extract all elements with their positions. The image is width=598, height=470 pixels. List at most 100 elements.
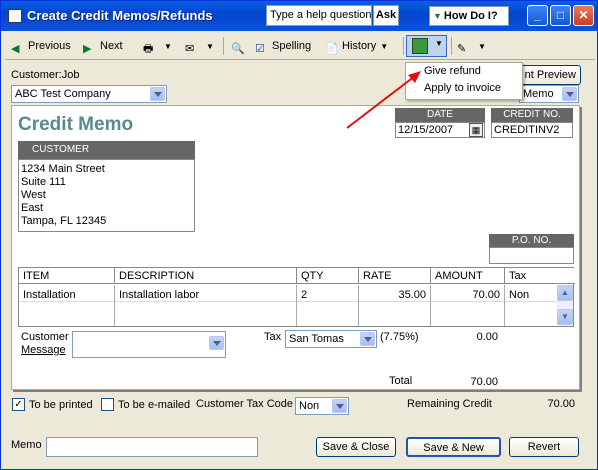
toolbar-separator	[403, 37, 404, 55]
maximize-icon[interactable]: □	[550, 5, 571, 26]
spelling-button[interactable]: ☑ Spelling	[255, 36, 311, 56]
ask-button[interactable]: Ask	[373, 5, 399, 26]
revert-button[interactable]: Revert	[509, 437, 579, 457]
table-cell-rate[interactable]: 35.00	[359, 285, 431, 326]
to-be-emailed-label: To be e-mailed	[118, 399, 191, 411]
remaining-credit-value: 70.00	[547, 398, 575, 410]
chevron-down-icon[interactable]	[150, 87, 165, 101]
journal-icon: ✎	[457, 43, 467, 55]
memo-label: Memo	[11, 439, 42, 451]
previous-button[interactable]: ◀ Previous	[11, 36, 71, 56]
calendar-icon[interactable]: ▦	[469, 123, 483, 137]
credit-memo-form: Credit Memo DATE 12/15/2007 ▦ CREDIT NO. …	[11, 105, 580, 390]
tax-amount: 0.00	[476, 331, 498, 343]
customer-job-value: ABC Test Company	[15, 88, 111, 100]
how-do-i-label: How Do I?	[443, 10, 498, 22]
print-preview-button[interactable]: nt Preview	[517, 65, 581, 85]
toolbar-separator	[223, 37, 224, 55]
annotation-arrow	[346, 71, 421, 129]
refund-icon	[412, 38, 428, 54]
next-button[interactable]: ▶ Next	[83, 36, 123, 56]
remaining-credit-label: Remaining Credit	[407, 398, 492, 410]
save-close-button[interactable]: Save & Close	[316, 437, 396, 457]
address-line: Suite 111	[21, 176, 66, 188]
chevron-down-icon: ▼	[206, 42, 214, 51]
chevron-down-icon: ▼	[478, 42, 486, 51]
scroll-up-icon[interactable]: ▲	[557, 285, 573, 301]
how-do-i-button[interactable]: ▼ How Do I?	[429, 6, 509, 26]
next-label: Next	[100, 40, 123, 52]
app-icon	[8, 9, 22, 23]
tax-item-select[interactable]: San Tomas	[285, 330, 377, 348]
column-header-amount: AMOUNT	[431, 268, 505, 284]
customer-job-label: Customer:Job	[11, 69, 80, 81]
po-no-label: P.O. NO.	[489, 234, 574, 247]
history-icon: 📄	[325, 43, 339, 55]
table-cell-tax[interactable]: Non	[505, 285, 559, 326]
address-line: East	[21, 202, 44, 214]
scroll-down-icon[interactable]: ▼	[557, 309, 573, 325]
send-button[interactable]: ✉ ▼	[185, 36, 214, 56]
history-label: History	[342, 40, 377, 52]
minimize-icon[interactable]: _	[527, 5, 548, 26]
column-header-item: ITEM	[19, 268, 115, 284]
tax-item-value: San Tomas	[289, 333, 344, 345]
customer-tax-code-value: Non	[299, 400, 320, 412]
customer-message-select[interactable]	[72, 331, 226, 358]
title-bar[interactable]: Create Credit Memos/Refunds Type a help …	[1, 1, 597, 31]
previous-label: Previous	[28, 40, 71, 52]
template-value: Memo	[523, 88, 554, 100]
print-button[interactable]: 🖶 ▼	[143, 36, 172, 56]
help-question-input[interactable]: Type a help question	[266, 5, 372, 26]
chevron-down-icon[interactable]	[209, 336, 224, 350]
chevron-down-icon: ▼	[380, 42, 389, 51]
table-cell-qty[interactable]: 2	[297, 285, 359, 326]
total-value: 70.00	[470, 376, 498, 388]
customer-message-label: Customer	[21, 331, 69, 343]
po-no-field[interactable]	[489, 247, 574, 264]
toolbar-separator	[451, 37, 452, 55]
save-new-button[interactable]: Save & New	[406, 437, 501, 457]
chevron-down-icon: ▼	[435, 39, 443, 48]
address-line: West	[21, 189, 46, 201]
credit-no-field[interactable]: CREDITINV2	[491, 122, 573, 138]
table-cell-item[interactable]: Installation	[19, 285, 115, 326]
close-icon[interactable]: ✕	[573, 5, 594, 26]
column-header-qty: QTY	[297, 268, 359, 284]
to-be-printed-checkbox[interactable]: ✓	[12, 398, 25, 411]
form-title: Credit Memo	[18, 114, 134, 135]
refund-menu-button[interactable]: ▼	[406, 35, 447, 57]
table-cell-description[interactable]: Installation labor	[115, 285, 297, 326]
customer-tax-code-select[interactable]: Non	[295, 397, 349, 415]
find-button[interactable]: 🔍	[231, 36, 248, 56]
journal-button[interactable]: ✎ ▼	[457, 36, 486, 56]
template-select[interactable]: Memo	[519, 85, 579, 103]
column-header-description: DESCRIPTION	[115, 268, 297, 284]
window-title: Create Credit Memos/Refunds	[27, 8, 213, 23]
address-line: Tampa, FL 12345	[21, 215, 107, 227]
credit-no-label: CREDIT NO.	[491, 108, 573, 122]
line-items-table: ITEM DESCRIPTION QTY RATE AMOUNT Tax Ins…	[18, 267, 575, 327]
chevron-down-icon: ▼	[164, 42, 172, 51]
chevron-down-icon: ▼	[433, 11, 442, 21]
to-be-emailed-checkbox[interactable]	[101, 398, 114, 411]
column-header-rate: RATE	[359, 268, 431, 284]
to-be-printed-label: To be printed	[29, 399, 93, 411]
spelling-check-icon: ☑	[255, 43, 265, 55]
memo-input[interactable]	[46, 437, 258, 457]
table-cell-amount[interactable]: 70.00	[431, 285, 505, 326]
find-icon: 🔍	[231, 43, 245, 55]
chevron-down-icon[interactable]	[562, 87, 577, 101]
customer-message-label: Message	[21, 344, 66, 356]
send-icon: ✉	[185, 43, 195, 55]
address-line: 1234 Main Street	[21, 163, 105, 175]
toolbar: ◀ Previous ▶ Next 🖶 ▼ ✉ ▼ 🔍 ☑ Spelling 📄 Histo…	[5, 32, 595, 60]
chevron-down-icon[interactable]	[360, 332, 375, 346]
customer-job-select[interactable]: ABC Test Company	[11, 85, 167, 103]
window: Create Credit Memos/Refunds Type a help …	[0, 0, 598, 470]
history-button[interactable]: 📄 History ▼	[325, 36, 388, 56]
customer-address[interactable]: 1234 Main Street Suite 111 West East Tam…	[18, 159, 195, 232]
chevron-down-icon[interactable]	[332, 399, 347, 413]
table-scrollbar[interactable]: ▲ ▼	[557, 285, 573, 326]
customer-header: CUSTOMER	[18, 141, 195, 159]
